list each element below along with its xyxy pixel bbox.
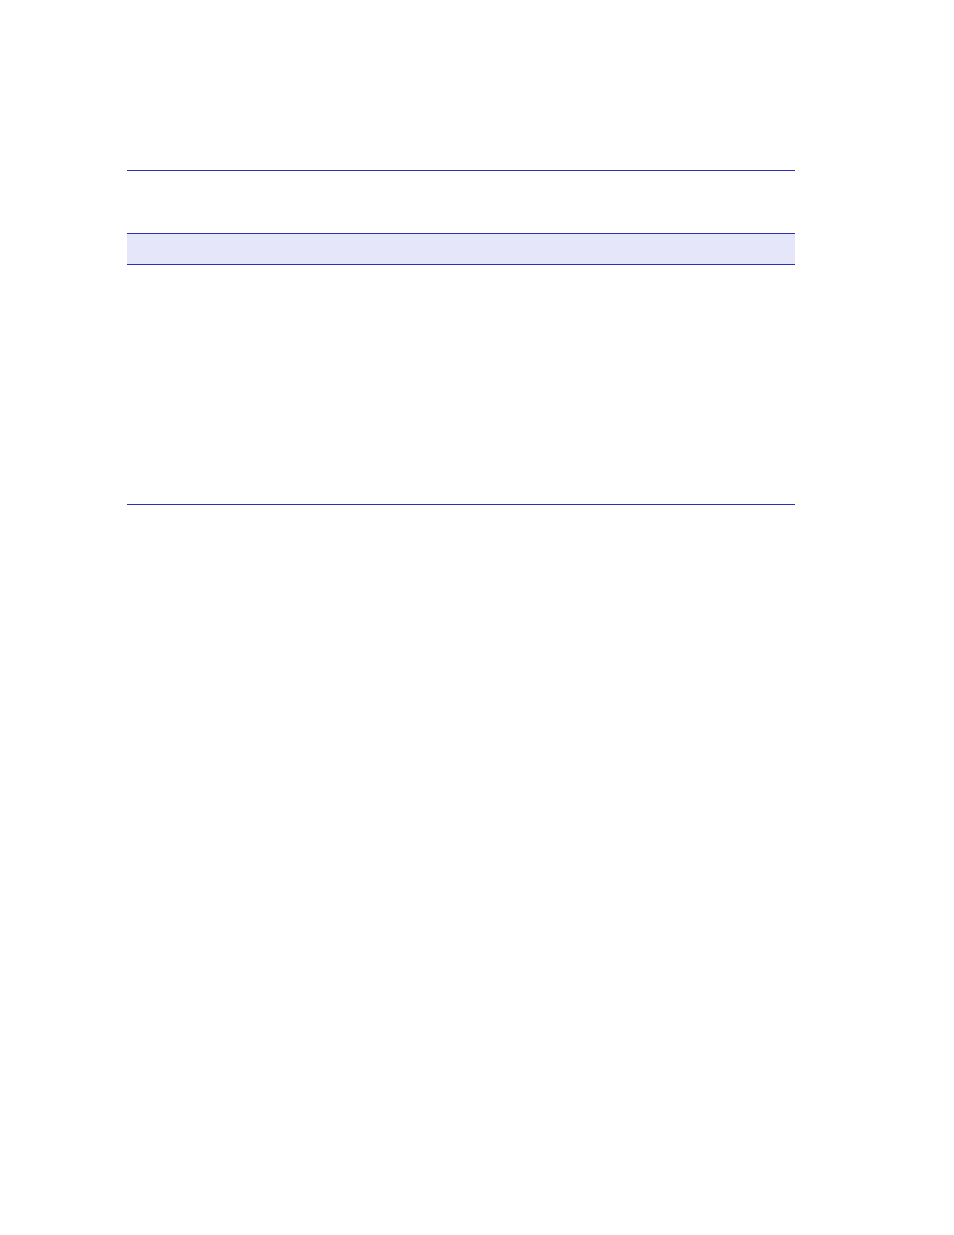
horizontal-rule-bottom	[127, 504, 795, 505]
horizontal-rule-top	[127, 170, 795, 171]
highlighted-band	[127, 233, 795, 265]
